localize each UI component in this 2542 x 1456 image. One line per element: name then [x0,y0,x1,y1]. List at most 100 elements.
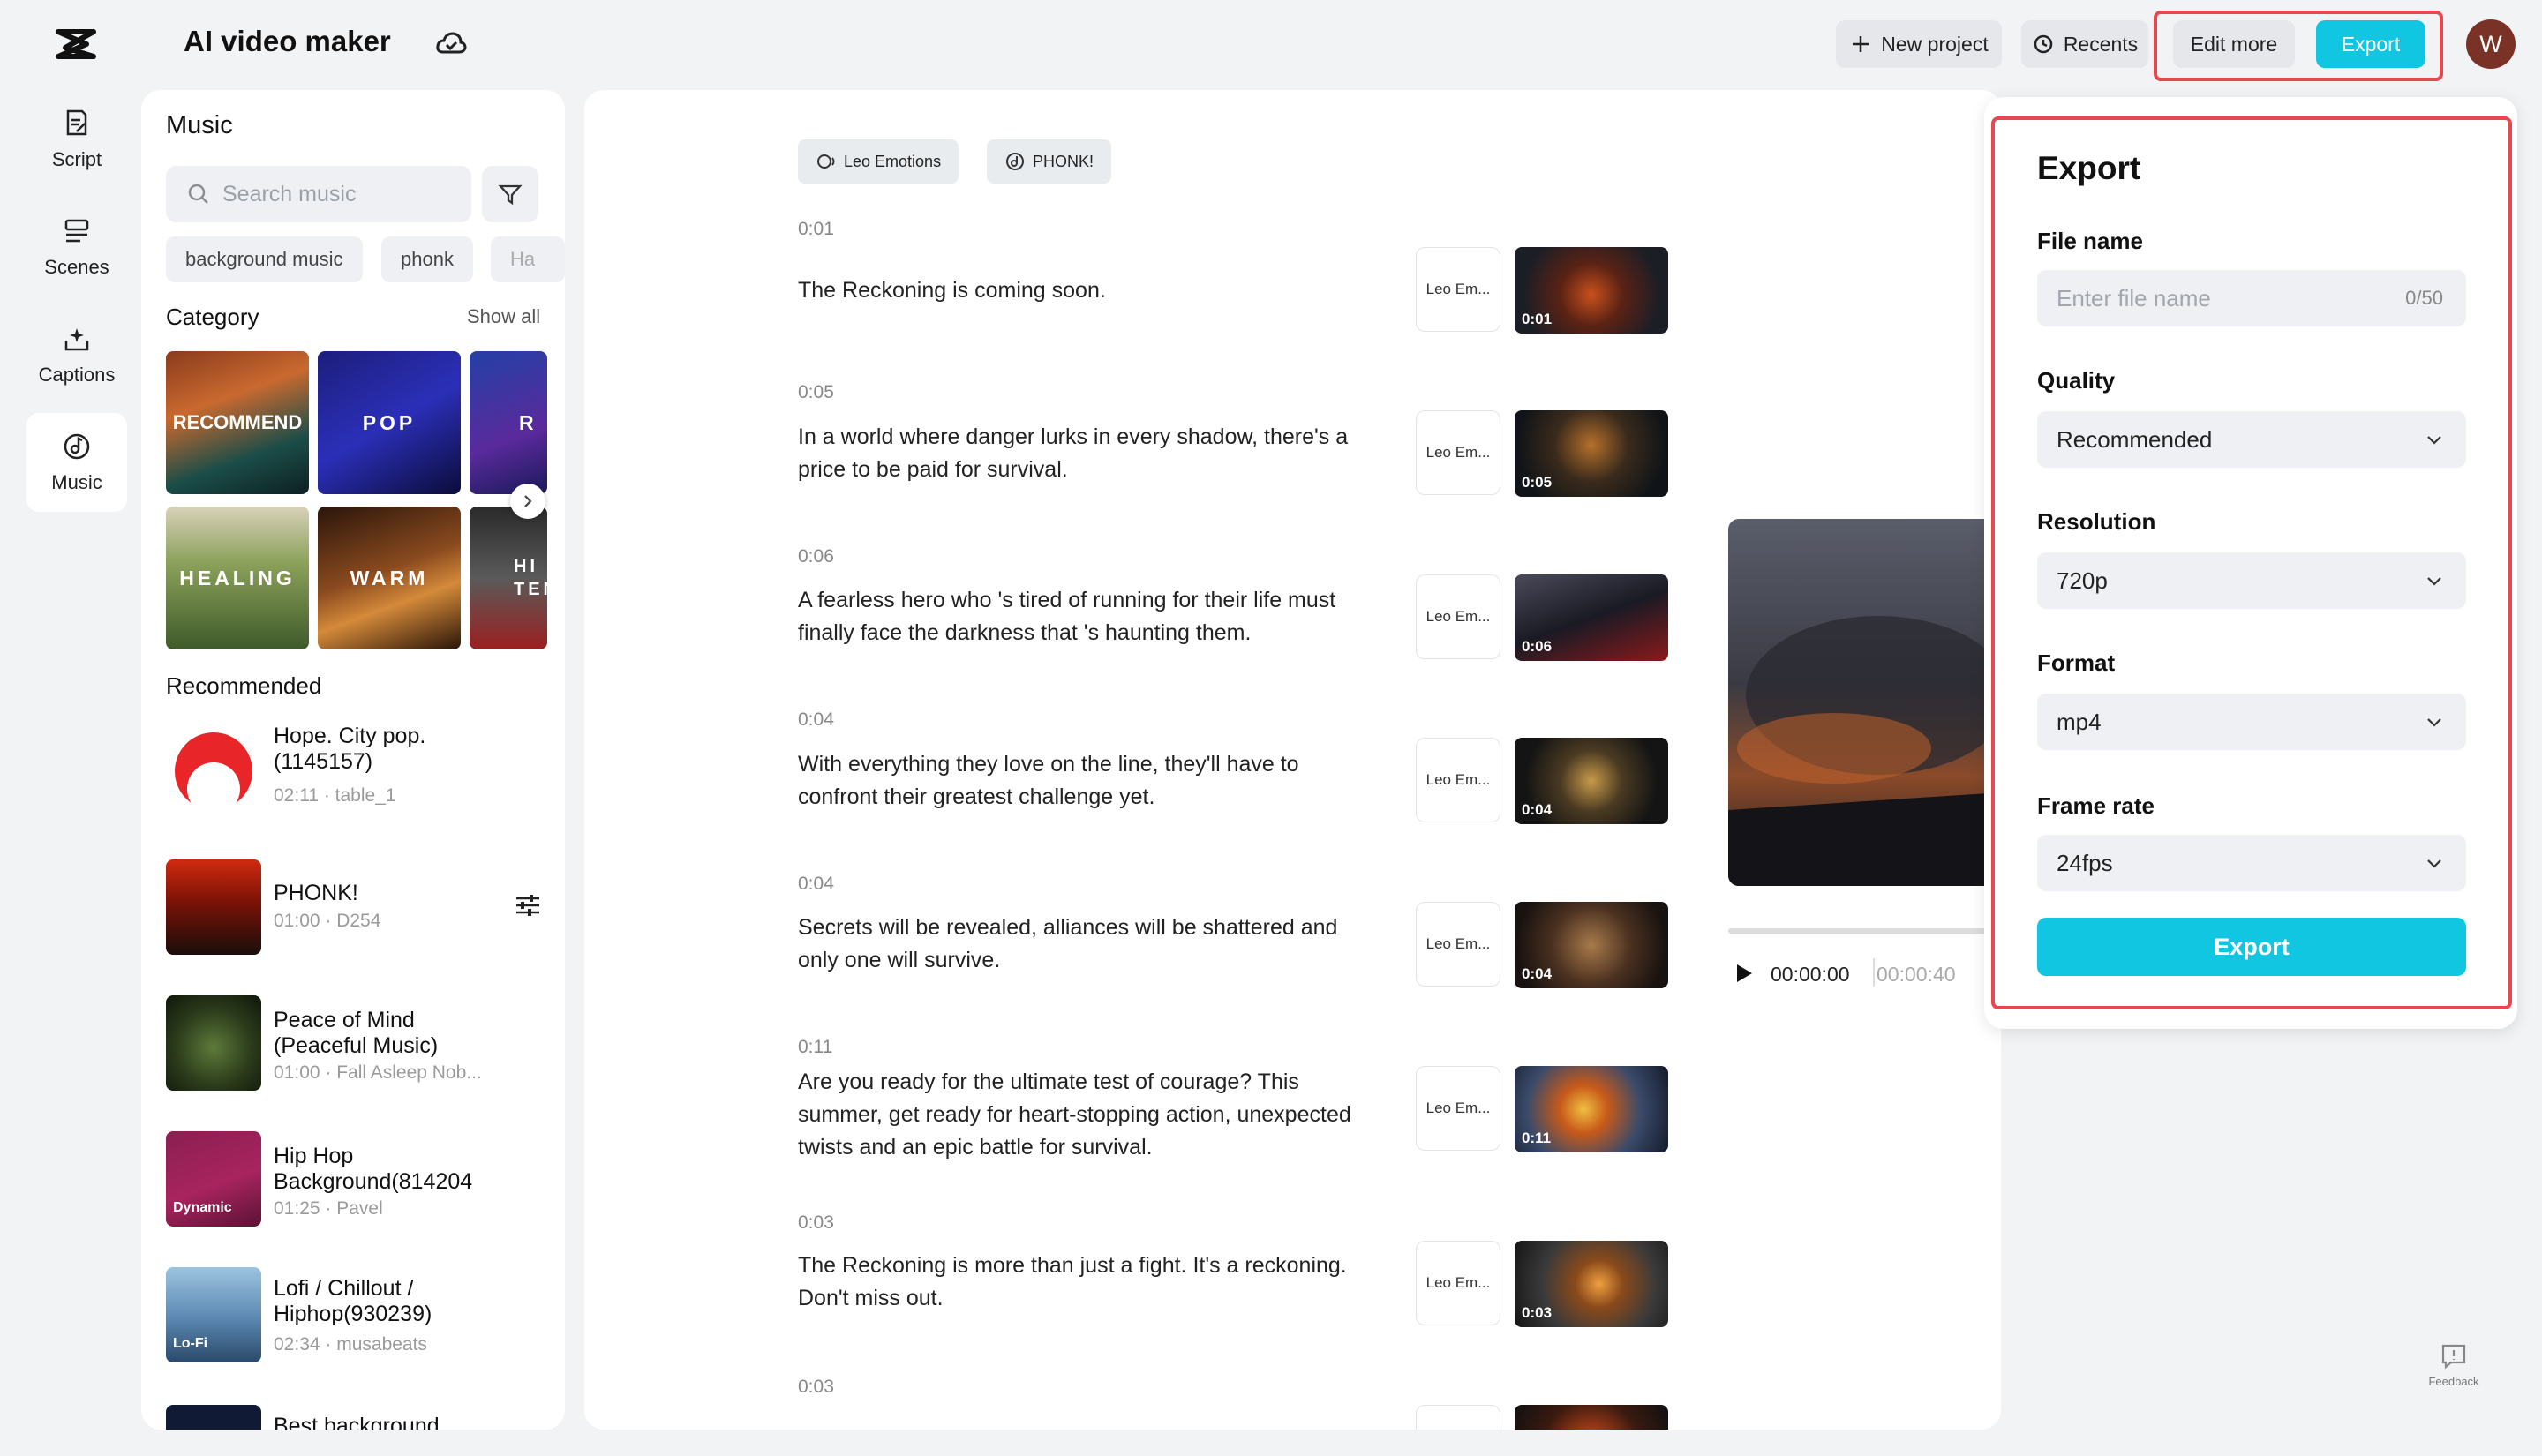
category-r-label: R [519,411,538,435]
scene-voice-button[interactable]: Leo Em... [1416,1066,1500,1151]
category-hi-ten[interactable]: HI TEN [470,507,547,649]
feedback-button[interactable]: Feedback [2417,1332,2491,1396]
track-item[interactable]: PHONK! 01:00 · D254 [166,859,554,957]
music-panel-title: Music [166,111,233,140]
track-meta: 01:00 · Fall Asleep Nob... [274,1062,482,1084]
scene-thumbnail[interactable]: 0:05 [1515,410,1668,497]
category-next-button[interactable] [510,484,545,519]
scene-text[interactable]: Secrets will be revealed, alliances will… [798,912,1380,977]
scene-thumbnail[interactable]: 0:01 [1515,247,1668,334]
category-warm[interactable]: WARM [318,507,461,649]
voice-tag[interactable]: Leo Emotions [798,139,959,184]
scene-text[interactable]: A fearless hero who 's tired of running … [798,584,1380,649]
music-icon [61,431,93,462]
scene-voice-button[interactable]: Leo Em... [1416,1405,1500,1430]
track-meta: 01:00 · D254 [274,911,380,932]
category-pop-label: POP [363,411,417,435]
nav-music-label: Music [51,471,102,494]
scene-text[interactable]: In a world where danger lurks in every s… [798,421,1380,486]
quality-value: Recommended [2057,426,2212,454]
recents-button[interactable]: Recents [2021,20,2148,68]
track-title: Peace of Mind (Peaceful Music) [274,1008,494,1059]
scene-voice-button[interactable]: Leo Em... [1416,574,1500,659]
scene-duration: 0:11 [1522,1130,1551,1147]
chip-ha[interactable]: Ha [491,236,565,282]
show-all-link[interactable]: Show all [467,305,540,328]
file-name-input[interactable] [2057,285,2392,312]
category-healing[interactable]: HEALING [166,507,309,649]
scene-time: 0:04 [798,874,834,895]
scene-time: 0:05 [798,382,834,403]
recents-label: Recents [2064,33,2138,56]
filter-button[interactable] [482,166,538,222]
music-tag[interactable]: PHONK! [987,139,1111,184]
scene-thumbnail[interactable]: 0:03 [1515,1241,1668,1327]
scene-text[interactable]: Are you ready for the ultimate test of c… [798,1066,1380,1164]
export-top-label: Export [2342,33,2400,56]
scene-text[interactable]: The Reckoning is coming soon. [798,274,1380,307]
track-title: Best background [274,1414,494,1430]
frame-rate-label: Frame rate [2037,792,2155,820]
format-value: mp4 [2057,709,2102,736]
category-recommend-label: RECOMMEND [173,411,303,434]
chip-background-music[interactable]: background music [166,236,363,282]
format-label: Format [2037,649,2115,677]
scene-time: 0:06 [798,546,834,567]
play-icon[interactable] [1730,960,1756,987]
scene-text[interactable]: With everything they love on the line, t… [798,748,1380,814]
scene-time: 0:11 [798,1037,832,1058]
quality-label: Quality [2037,367,2115,394]
file-name-field[interactable]: 0/50 [2037,270,2466,326]
nav-captions[interactable]: Captions [26,305,127,404]
export-button-top[interactable]: Export [2316,20,2425,68]
edit-more-button[interactable]: Edit more [2173,20,2295,68]
chip-phonk[interactable]: phonk [381,236,473,282]
scene-voice-button[interactable]: Leo Em... [1416,410,1500,495]
search-music-field[interactable]: Search music [166,166,471,222]
scene-time: 0:01 [798,219,834,240]
scene-time: 0:03 [798,1212,834,1234]
scene-thumbnail[interactable]: 0:11 [1515,1066,1668,1152]
category-healing-label: HEALING [179,567,296,590]
video-preview[interactable] [1728,519,2001,886]
quality-select[interactable]: Recommended [2037,411,2466,468]
scene-voice-button[interactable]: Leo Em... [1416,902,1500,987]
new-project-button[interactable]: New project [1836,20,2002,68]
playback-progress[interactable] [1728,928,2001,934]
nav-scenes[interactable]: Scenes [26,198,127,296]
scene-text[interactable]: The Reckoning is more than just a fight.… [798,1250,1380,1315]
plus-icon [1849,33,1872,56]
track-cover-label: Lo-Fi [173,1336,207,1352]
track-item[interactable]: Peace of Mind (Peaceful Music) 01:00 · F… [166,995,554,1092]
cloud-save-icon[interactable] [434,27,468,61]
scene-thumbnail[interactable]: 0:06 [1515,574,1668,661]
nav-scenes-label: Scenes [44,256,109,279]
avatar[interactable]: W [2466,19,2516,69]
export-panel: Export File name 0/50 Quality Recommende… [1984,97,2517,1029]
scene-thumbnail[interactable] [1515,1405,1668,1430]
capcut-logo-icon[interactable] [53,25,99,64]
format-select[interactable]: mp4 [2037,694,2466,750]
track-item[interactable]: Best background [166,1405,554,1430]
adjust-icon[interactable] [514,891,542,919]
track-item[interactable]: Dynamic Hip Hop Background(814204 01:25 … [166,1131,554,1228]
category-pop[interactable]: POP [318,351,461,494]
export-button[interactable]: Export [2037,918,2466,976]
scene-voice-button[interactable]: Leo Em... [1416,1241,1500,1325]
scene-voice-button[interactable]: Leo Em... [1416,247,1500,332]
frame-rate-select[interactable]: 24fps [2037,835,2466,891]
nav-captions-label: Captions [39,364,116,387]
resolution-select[interactable]: 720p [2037,552,2466,609]
track-item[interactable]: Hope. City pop.(1145157) 02:11 · table_1 [166,722,554,819]
music-panel: Music Search music background music phon… [141,90,565,1430]
category-recommend[interactable]: RECOMMEND [166,351,309,494]
track-item[interactable]: Lo-Fi Lofi / Chillout / Hiphop(930239) 0… [166,1267,554,1364]
scene-duration: 0:05 [1522,474,1552,492]
category-r[interactable]: R [470,351,547,494]
scene-thumbnail[interactable]: 0:04 [1515,738,1668,824]
scene-voice-button[interactable]: Leo Em... [1416,738,1500,822]
nav-music[interactable]: Music [26,413,127,512]
scene-thumbnail[interactable]: 0:04 [1515,902,1668,988]
nav-script[interactable]: Script [26,90,127,189]
scene-duration: 0:03 [1522,1304,1552,1322]
